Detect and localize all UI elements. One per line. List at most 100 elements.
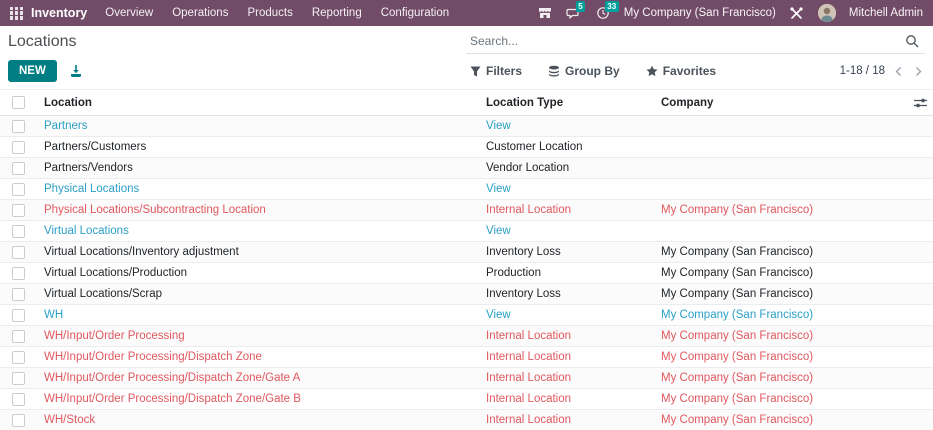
cell-company[interactable]: My Company (San Francisco) [655,284,895,305]
row-checkbox[interactable] [12,225,25,238]
cell-type[interactable]: Internal Location [480,410,655,430]
group-by-button[interactable]: Group By [548,64,620,78]
cell-type[interactable]: View [480,179,655,200]
new-button[interactable]: NEW [8,60,57,82]
row-checkbox[interactable] [12,414,25,427]
nav-products[interactable]: Products [247,7,292,19]
cell-location[interactable]: WH/Input/Order Processing/Dispatch Zone/… [38,368,480,389]
cell-type[interactable]: Production [480,263,655,284]
cell-type[interactable]: View [480,116,655,137]
cell-company[interactable] [655,116,895,137]
table-row[interactable]: Virtual Locations View [0,221,933,242]
row-checkbox[interactable] [12,372,25,385]
table-row[interactable]: Partners/Vendors Vendor Location [0,158,933,179]
cell-type[interactable]: Inventory Loss [480,242,655,263]
row-checkbox[interactable] [12,330,25,343]
table-row[interactable]: Virtual Locations/Production Production … [0,263,933,284]
nav-operations[interactable]: Operations [172,7,228,19]
table-row[interactable]: Partners View [0,116,933,137]
table-row[interactable]: Physical Locations View [0,179,933,200]
user-avatar[interactable] [818,4,836,22]
cell-location[interactable]: Virtual Locations [38,221,480,242]
cell-location[interactable]: WH [38,305,480,326]
cell-company[interactable]: My Company (San Francisco) [655,305,895,326]
search-input[interactable] [466,31,925,54]
table-row[interactable]: WH View My Company (San Francisco) [0,305,933,326]
chevron-right-icon[interactable] [912,66,925,77]
cell-type[interactable]: Internal Location [480,368,655,389]
cell-location[interactable]: WH/Input/Order Processing/Dispatch Zone [38,347,480,368]
cell-company[interactable]: My Company (San Francisco) [655,368,895,389]
filters-button[interactable]: Filters [470,64,522,78]
cell-company[interactable]: My Company (San Francisco) [655,410,895,430]
cell-company[interactable] [655,137,895,158]
cell-location[interactable]: Partners/Customers [38,137,480,158]
row-checkbox[interactable] [12,267,25,280]
cell-company[interactable]: My Company (San Francisco) [655,200,895,221]
cell-company[interactable] [655,179,895,200]
company-switcher[interactable]: My Company (San Francisco) [624,7,776,19]
row-checkbox[interactable] [12,204,25,217]
chevron-left-icon[interactable] [892,66,905,77]
cell-location[interactable]: Virtual Locations/Production [38,263,480,284]
cell-location[interactable]: WH/Stock [38,410,480,430]
row-checkbox[interactable] [12,120,25,133]
table-row[interactable]: WH/Input/Order Processing Internal Locat… [0,326,933,347]
cell-company[interactable]: My Company (San Francisco) [655,263,895,284]
cell-location[interactable]: Physical Locations/Subcontracting Locati… [38,200,480,221]
row-checkbox[interactable] [12,351,25,364]
cell-type[interactable]: View [480,221,655,242]
table-row[interactable]: WH/Input/Order Processing/Dispatch Zone … [0,347,933,368]
cell-type[interactable]: View [480,305,655,326]
download-icon[interactable] [69,64,83,78]
column-header-location[interactable]: Location [38,90,480,116]
cell-location[interactable]: Physical Locations [38,179,480,200]
table-row[interactable]: Partners/Customers Customer Location [0,137,933,158]
nav-overview[interactable]: Overview [105,7,153,19]
cell-type[interactable]: Internal Location [480,389,655,410]
user-menu[interactable]: Mitchell Admin [849,7,923,19]
tools-icon[interactable] [789,5,805,21]
table-row[interactable]: Virtual Locations/Scrap Inventory Loss M… [0,284,933,305]
favorites-button[interactable]: Favorites [646,64,716,78]
cell-company[interactable] [655,158,895,179]
cell-location[interactable]: WH/Input/Order Processing/Dispatch Zone/… [38,389,480,410]
column-header-company[interactable]: Company [655,90,895,116]
search-icon[interactable] [905,34,919,53]
sliders-icon[interactable] [901,97,927,109]
cell-type[interactable]: Internal Location [480,200,655,221]
cell-type[interactable]: Customer Location [480,137,655,158]
cell-company[interactable]: My Company (San Francisco) [655,326,895,347]
apps-grid-icon[interactable] [10,7,23,20]
activities-icon[interactable]: 33 [595,5,611,21]
table-row[interactable]: Physical Locations/Subcontracting Locati… [0,200,933,221]
nav-configuration[interactable]: Configuration [381,7,449,19]
cell-location[interactable]: Partners/Vendors [38,158,480,179]
cell-location[interactable]: Partners [38,116,480,137]
cell-type[interactable]: Vendor Location [480,158,655,179]
table-row[interactable]: WH/Input/Order Processing/Dispatch Zone/… [0,368,933,389]
cell-type[interactable]: Internal Location [480,347,655,368]
table-row[interactable]: Virtual Locations/Inventory adjustment I… [0,242,933,263]
cell-company[interactable]: My Company (San Francisco) [655,242,895,263]
row-checkbox[interactable] [12,393,25,406]
row-checkbox[interactable] [12,246,25,259]
cell-location[interactable]: Virtual Locations/Scrap [38,284,480,305]
row-checkbox[interactable] [12,183,25,196]
cell-location[interactable]: Virtual Locations/Inventory adjustment [38,242,480,263]
column-header-location-type[interactable]: Location Type [480,90,655,116]
select-all-checkbox[interactable] [12,96,25,109]
row-checkbox[interactable] [12,141,25,154]
row-checkbox[interactable] [12,162,25,175]
row-checkbox[interactable] [12,288,25,301]
cell-type[interactable]: Inventory Loss [480,284,655,305]
cell-type[interactable]: Internal Location [480,326,655,347]
cell-company[interactable]: My Company (San Francisco) [655,389,895,410]
messages-icon[interactable]: 5 [566,5,582,21]
cell-location[interactable]: WH/Input/Order Processing [38,326,480,347]
cell-company[interactable]: My Company (San Francisco) [655,347,895,368]
shop-icon[interactable] [537,5,553,21]
app-name[interactable]: Inventory [31,6,87,20]
table-row[interactable]: WH/Input/Order Processing/Dispatch Zone/… [0,389,933,410]
nav-reporting[interactable]: Reporting [312,7,362,19]
